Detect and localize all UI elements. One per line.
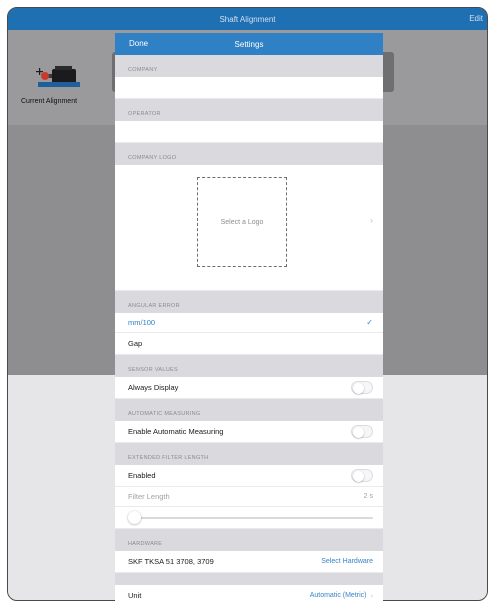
chevron-right-icon: › bbox=[370, 591, 374, 600]
filter-enabled-label: Enabled bbox=[128, 471, 156, 480]
chevron-right-icon: › bbox=[370, 215, 373, 225]
settings-title: Settings bbox=[234, 39, 264, 49]
section-operator: OPERATOR bbox=[115, 99, 383, 121]
section-company-logo: COMPANY LOGO bbox=[115, 143, 383, 165]
filter-enabled-row: Enabled bbox=[115, 465, 383, 487]
angular-option-label: Gap bbox=[128, 339, 143, 348]
section-angular-error: ANGULAR ERROR bbox=[115, 291, 383, 313]
always-display-row: Always Display bbox=[115, 377, 383, 399]
checkmark-icon: ✓ bbox=[366, 318, 373, 327]
always-display-label: Always Display bbox=[128, 383, 179, 392]
app-title: Shaft Alignment bbox=[219, 14, 276, 24]
company-logo-row[interactable]: Select a Logo › bbox=[115, 165, 383, 291]
shaft-machine-icon[interactable] bbox=[36, 63, 82, 89]
unit-label: Unit bbox=[128, 591, 142, 600]
enable-automatic-measuring-toggle[interactable] bbox=[351, 425, 373, 438]
unit-row[interactable]: Unit Automatic (Metric) › bbox=[115, 585, 383, 601]
select-logo-label: Select a Logo bbox=[220, 218, 264, 226]
filter-length-slider-row bbox=[115, 507, 383, 529]
filter-length-row: Filter Length 2 s bbox=[115, 487, 383, 507]
select-logo-box[interactable]: Select a Logo bbox=[197, 177, 287, 267]
section-spacer bbox=[115, 573, 383, 585]
hardware-label: SKF TKSA 51 3708, 3709 bbox=[128, 557, 214, 566]
section-sensor-values: SENSOR VALUES bbox=[115, 355, 383, 377]
edit-button[interactable]: Edit bbox=[469, 14, 483, 23]
current-alignment-label[interactable]: Current Alignment bbox=[21, 98, 77, 105]
company-field[interactable] bbox=[115, 77, 383, 99]
section-company: COMPANY bbox=[115, 55, 383, 77]
hardware-row: SKF TKSA 51 3708, 3709 Select Hardware bbox=[115, 551, 383, 573]
angular-option-mm100[interactable]: mm/100 ✓ bbox=[115, 313, 383, 333]
enable-automatic-measuring-row: Enable Automatic Measuring bbox=[115, 421, 383, 443]
section-hardware: HARDWARE bbox=[115, 529, 383, 551]
filter-length-slider-track[interactable] bbox=[128, 517, 373, 519]
done-button[interactable]: Done bbox=[129, 39, 148, 48]
select-hardware-button[interactable]: Select Hardware bbox=[321, 558, 373, 565]
filter-length-slider-thumb[interactable] bbox=[128, 511, 141, 524]
filter-length-value: 2 s bbox=[363, 493, 373, 500]
angular-option-label: mm/100 bbox=[128, 318, 156, 327]
unit-value: Automatic (Metric) bbox=[309, 592, 367, 599]
settings-modal: Done Settings COMPANY OPERATOR COMPANY L… bbox=[115, 33, 383, 601]
settings-nav-bar: Done Settings bbox=[115, 33, 383, 55]
filter-length-label: Filter Length bbox=[128, 492, 170, 501]
enable-automatic-measuring-label: Enable Automatic Measuring bbox=[128, 427, 224, 436]
always-display-toggle[interactable] bbox=[351, 381, 373, 394]
app-title-bar: Shaft Alignment Edit bbox=[8, 8, 487, 30]
section-extended-filter-length: EXTENDED FILTER LENGTH bbox=[115, 443, 383, 465]
operator-field[interactable] bbox=[115, 121, 383, 143]
section-automatic-measuring: AUTOMATIC MEASURING bbox=[115, 399, 383, 421]
angular-option-gap[interactable]: Gap bbox=[115, 333, 383, 355]
filter-enabled-toggle[interactable] bbox=[351, 469, 373, 482]
